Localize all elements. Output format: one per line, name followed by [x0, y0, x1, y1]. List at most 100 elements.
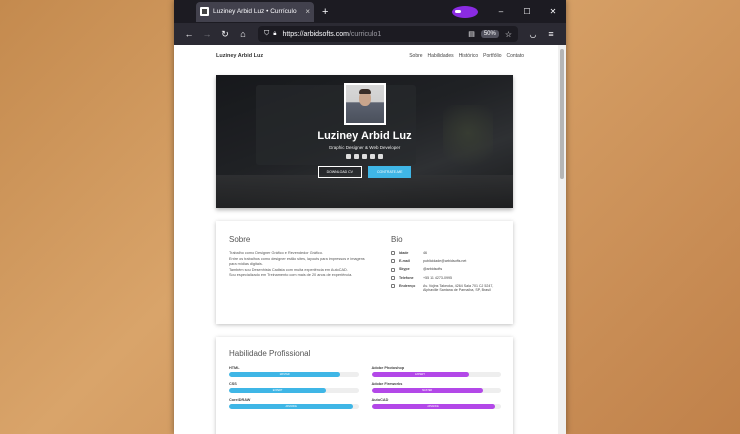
hero-name: Luziney Arbid Luz: [317, 130, 412, 142]
dribbble-icon[interactable]: [362, 154, 367, 159]
about-section: Sobre Trabalho como Designer Gráfico e R…: [229, 235, 369, 279]
location-pin-icon: [391, 284, 395, 289]
page-viewport: Luziney Arbid Luz Sobre Habilidades Hist…: [174, 45, 566, 434]
tab-close-icon[interactable]: ×: [305, 7, 310, 16]
bio-row-phone: Telefone +55 11 4273-0995: [391, 276, 506, 281]
social-icons: [346, 154, 383, 159]
stackoverflow-icon[interactable]: [378, 154, 383, 159]
skills-columns: HTML MASTER CSS EXPERT CorelDRAW ADVANCE Adob…: [229, 366, 501, 414]
skill-name: CorelDRAW: [229, 398, 251, 402]
shield-icon[interactable]: ⛉: [264, 30, 269, 38]
skill-bar-fill: ADVANCE: [229, 404, 354, 409]
download-cv-button[interactable]: DOWNLOAD CV: [317, 166, 363, 178]
about-title: Sobre: [229, 235, 251, 244]
nav-link-sobre[interactable]: Sobre: [409, 53, 422, 59]
forward-button[interactable]: →: [198, 29, 216, 39]
skills-title: Habilidade Profissional: [229, 349, 311, 358]
profile-avatar: [345, 85, 384, 123]
about-text: Trabalho como Designer Gráfico e Revende…: [229, 251, 369, 279]
bio-row-age: Idade 46: [391, 251, 506, 256]
tab-bar: Luziney Arbid Luz • Currículo × + – ☐ ✕: [174, 0, 566, 23]
skill-name: Adobe Fireworks: [371, 382, 403, 386]
about-paragraph: Sou especializado em Treinamento com mai…: [229, 273, 353, 278]
skill-name: HTML: [229, 366, 240, 370]
skill-bar-fill: EXPERT: [229, 388, 327, 393]
nav-link-historico[interactable]: Histórico: [459, 53, 478, 59]
tab-title: Luziney Arbid Luz • Currículo: [213, 8, 297, 15]
lock-icon[interactable]: 🔒︎: [273, 31, 276, 38]
skill-bar-fill: MASTER: [229, 372, 341, 377]
nav-link-portfolio[interactable]: Portfólio: [483, 53, 501, 59]
skill-bar-track: EXPERT: [229, 388, 359, 393]
nav-link-contato[interactable]: Contato: [506, 53, 524, 59]
github-icon[interactable]: [370, 154, 375, 159]
skill-item: AutoCAD ADVANCE: [371, 398, 501, 409]
skill-bar-track: MASTER: [371, 388, 501, 393]
url-text[interactable]: https://arbidsofts.com/curriculo1: [282, 31, 468, 38]
site-header: Luziney Arbid Luz Sobre Habilidades Hist…: [174, 45, 566, 67]
minimize-button[interactable]: –: [488, 7, 514, 16]
page-scrollbar[interactable]: [558, 45, 566, 434]
zoom-level-button[interactable]: 50%: [480, 30, 499, 38]
skill-name: CSS: [229, 382, 237, 386]
skills-column-right: Adobe Photoshop EXPERT Adobe Fireworks MAST…: [371, 366, 501, 414]
phone-icon: [391, 275, 395, 280]
bio-row-skype: Skype @arbidsofts: [391, 267, 506, 272]
hero-buttons: DOWNLOAD CV CONTRATE-ME: [317, 166, 412, 178]
skill-item: CSS EXPERT: [229, 382, 359, 393]
navigation-toolbar: ← → ↻ ⌂ ⛉ 🔒︎ https://arbidsofts.com/curr…: [174, 23, 566, 45]
bio-section: Bio Idade 46 E-mail publicidade@arbidsof…: [391, 235, 506, 297]
skill-name: Adobe Photoshop: [371, 366, 405, 370]
maximize-button[interactable]: ☐: [514, 7, 540, 16]
back-button[interactable]: ←: [180, 29, 198, 39]
hero-banner: Luziney Arbid Luz Graphic Designer & Web…: [216, 75, 513, 208]
skill-bar-track: MASTER: [229, 372, 359, 377]
reload-button[interactable]: ↻: [216, 29, 234, 40]
scrollbar-thumb[interactable]: [560, 49, 564, 179]
bio-list: Idade 46 E-mail publicidade@arbidsofts.n…: [391, 251, 506, 293]
about-card: Sobre Trabalho como Designer Gráfico e R…: [216, 221, 513, 324]
linkedin-icon[interactable]: [354, 154, 359, 159]
about-paragraph: Entre os trabalhos como designer estão s…: [229, 256, 365, 267]
url-bar[interactable]: ⛉ 🔒︎ https://arbidsofts.com/curriculo1 ▤…: [258, 26, 518, 42]
reader-view-icon[interactable]: ▤: [468, 30, 475, 38]
hero-content: Luziney Arbid Luz Graphic Designer & Web…: [216, 75, 513, 208]
skill-item: Adobe Fireworks MASTER: [371, 382, 501, 393]
skill-item: CorelDRAW ADVANCE: [229, 398, 359, 409]
skill-bar-track: EXPERT: [371, 372, 501, 377]
new-tab-button[interactable]: +: [322, 6, 328, 18]
close-window-button[interactable]: ✕: [540, 7, 566, 16]
bio-row-email: E-mail publicidade@arbidsofts.net: [391, 259, 506, 264]
skills-card: Habilidade Profissional HTML MASTER CSS EXP…: [216, 337, 513, 434]
hire-me-button[interactable]: CONTRATE-ME: [368, 166, 412, 178]
browser-window: Luziney Arbid Luz • Currículo × + – ☐ ✕ …: [174, 0, 566, 434]
window-controls: – ☐ ✕: [452, 0, 566, 23]
bio-row-address: Endereço Av. Vojins Takeoka, 4264 Sala 7…: [391, 284, 506, 293]
home-button[interactable]: ⌂: [234, 29, 252, 39]
browser-tab[interactable]: Luziney Arbid Luz • Currículo ×: [196, 1, 314, 22]
envelope-icon: [391, 259, 395, 264]
menu-button[interactable]: ≡: [542, 29, 560, 39]
skype-icon: [391, 267, 395, 272]
skills-section: Habilidade Profissional HTML MASTER CSS EXP…: [229, 349, 501, 414]
private-browsing-icon: [452, 5, 478, 18]
nav-link-habilidades[interactable]: Habilidades: [428, 53, 454, 59]
skill-item: HTML MASTER: [229, 366, 359, 377]
bio-title: Bio: [391, 235, 403, 244]
skill-bar-fill: ADVANCE: [371, 404, 495, 409]
skill-name: AutoCAD: [371, 398, 389, 402]
hero-role: Graphic Designer & Web Developer: [328, 145, 401, 150]
skill-item: Adobe Photoshop EXPERT: [371, 366, 501, 377]
bookmark-star-icon[interactable]: ☆: [505, 30, 512, 39]
site-nav: Sobre Habilidades Histórico Portfólio Co…: [409, 53, 524, 59]
pocket-icon[interactable]: ◡: [524, 30, 542, 39]
skill-bar-track: ADVANCE: [229, 404, 359, 409]
profile-photo: [343, 83, 386, 125]
calendar-icon: [391, 251, 395, 256]
skill-bar-track: ADVANCE: [371, 404, 501, 409]
favicon-icon: [200, 7, 209, 16]
skill-bar-fill: EXPERT: [371, 372, 469, 377]
site-brand[interactable]: Luziney Arbid Luz: [216, 53, 263, 59]
skills-column-left: HTML MASTER CSS EXPERT CorelDRAW ADVANCE: [229, 366, 359, 414]
behance-icon[interactable]: [346, 154, 351, 159]
